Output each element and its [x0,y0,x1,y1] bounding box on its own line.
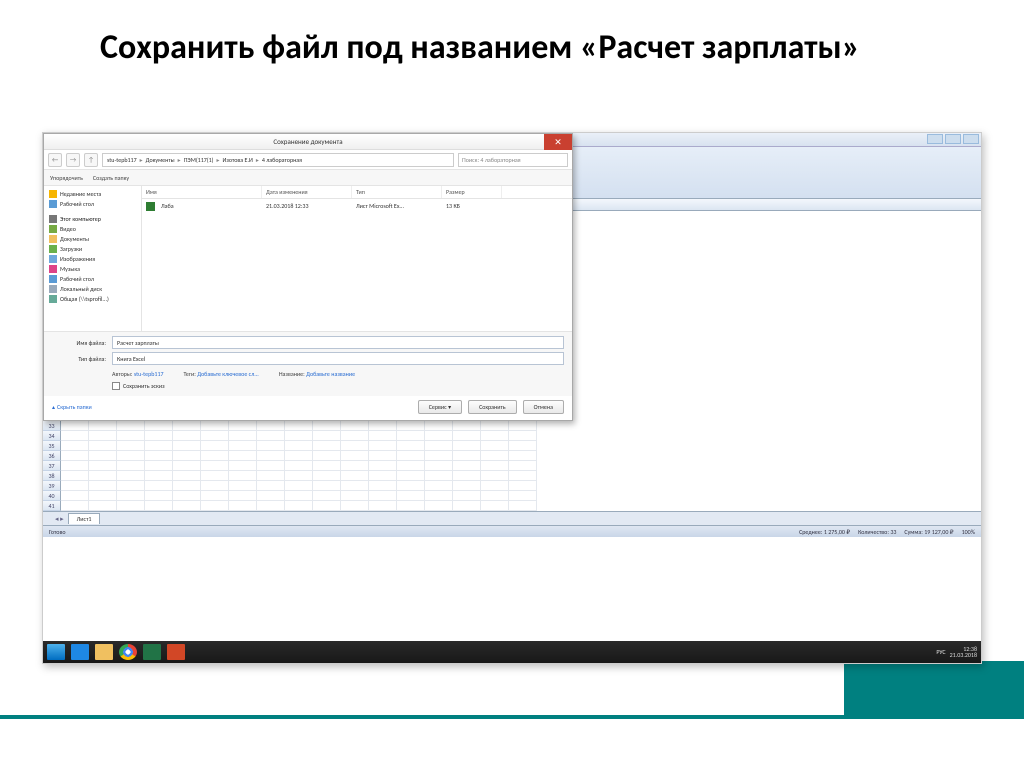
sidebar-item[interactable]: Видео [44,224,141,234]
dialog-sidebar[interactable]: Недавние места Рабочий стол Этот компьют… [44,186,142,331]
sheet-tabs[interactable]: ◂ ▸ Лист1 [43,511,981,525]
nav-up-icon[interactable]: ↑ [84,153,98,167]
save-button[interactable]: Сохранить [468,400,517,414]
sidebar-item[interactable]: Загрузки [44,244,141,254]
sidebar-item-recent[interactable]: Недавние места [44,189,141,199]
sidebar-item[interactable]: Общая (\\tsprofil...) [44,294,141,304]
ie-icon[interactable] [71,644,89,660]
system-tray[interactable]: РУС 12:38 21.03.2018 [936,646,977,658]
dialog-bottom: Имя файла: Расчет зарплаты Тип файла: Кн… [44,331,572,396]
tray-lang[interactable]: РУС [936,648,945,656]
tray-clock[interactable]: 12:38 21.03.2018 [950,646,977,658]
breadcrumb-item[interactable]: Изотова Е.И [222,156,252,164]
pc-icon [49,215,57,223]
authors-value[interactable]: stu-tepb117 [134,370,164,378]
window-controls[interactable] [927,134,979,144]
filetype-field[interactable]: Книга Excel [112,352,564,365]
save-thumbnail-checkbox[interactable] [112,382,120,390]
folder-icon [49,265,57,273]
sidebar-item[interactable]: Документы [44,234,141,244]
save-as-dialog: Сохранение документа ✕ ← → ↑ stu-tepb117… [43,133,573,421]
sidebar-item[interactable]: Рабочий стол [44,274,141,284]
filename-label: Имя файла: [52,339,106,347]
slide-title: Сохранить файл под названием «Расчет зар… [100,28,860,69]
docname-value[interactable]: Добавьте название [306,370,355,378]
file-list[interactable]: Имя Дата изменения Тип Размер Лаба 21.03… [142,186,572,331]
breadcrumb-item[interactable]: ПЭМ(117(1) [184,156,214,164]
dialog-toolbar: Упорядочить Создать папку [44,170,572,186]
folder-icon [49,235,57,243]
search-input[interactable]: Поиск: 4 лабораторная [458,153,568,167]
new-folder-button[interactable]: Создать папку [93,174,129,182]
nav-back-icon[interactable]: ← [48,153,62,167]
tags-value[interactable]: Добавьте ключевое сл... [197,370,259,378]
file-list-header[interactable]: Имя Дата изменения Тип Размер [142,186,572,199]
start-button-icon[interactable] [47,644,65,660]
excel-icon[interactable] [143,644,161,660]
zoom-level[interactable]: 100% [962,528,975,536]
file-explorer-icon[interactable] [95,644,113,660]
accent-bar [844,661,1024,719]
save-thumbnail-label: Сохранить эскиз [123,382,165,390]
sidebar-thispc[interactable]: Этот компьютер [44,213,141,224]
status-ready: Готово [49,528,66,536]
chrome-icon[interactable] [119,644,137,660]
breadcrumb[interactable]: stu-tepb117▸Документы▸ПЭМ(117(1)▸Изотова… [102,153,454,167]
tools-button[interactable]: Сервис [418,400,462,414]
breadcrumb-item[interactable]: 4 лабораторная [262,156,302,164]
powerpoint-icon[interactable] [167,644,185,660]
folder-icon [49,285,57,293]
status-bar: Готово Среднее: 1 275,00 ₽ Количество: 3… [43,525,981,537]
desktop-icon [49,200,57,208]
breadcrumb-item[interactable]: Документы [146,156,175,164]
cancel-button[interactable]: Отмена [523,400,564,414]
star-icon [49,190,57,198]
list-item[interactable]: Лаба 21.03.2018 12:33 Лист Microsoft Ex.… [142,199,572,214]
filename-field[interactable]: Расчет зарплаты [112,336,564,349]
nav-fwd-icon[interactable]: → [66,153,80,167]
folder-icon [49,275,57,283]
dialog-title: Сохранение документа ✕ [44,134,572,150]
accent-line [0,715,844,719]
dialog-navbar: ← → ↑ stu-tepb117▸Документы▸ПЭМ(117(1)▸И… [44,150,572,170]
folder-icon [49,295,57,303]
folder-icon [49,255,57,263]
sheet-tab[interactable]: Лист1 [68,513,101,524]
sidebar-item[interactable]: Локальный диск [44,284,141,294]
screenshot: Microsoft Excel Объединить и поместить в… [42,132,982,664]
close-icon[interactable]: ✕ [544,134,572,150]
windows-taskbar[interactable]: РУС 12:38 21.03.2018 [43,641,981,663]
sidebar-item[interactable]: Музыка [44,264,141,274]
organize-button[interactable]: Упорядочить [50,174,83,182]
folder-icon [49,225,57,233]
hide-folders-link[interactable]: ▴ Скрыть папки [52,403,92,411]
excel-file-icon [146,202,155,211]
sidebar-item[interactable]: Изображения [44,254,141,264]
filetype-label: Тип файла: [52,355,106,363]
breadcrumb-item[interactable]: stu-tepb117 [107,156,137,164]
folder-icon [49,245,57,253]
sidebar-item-desktop[interactable]: Рабочий стол [44,199,141,209]
